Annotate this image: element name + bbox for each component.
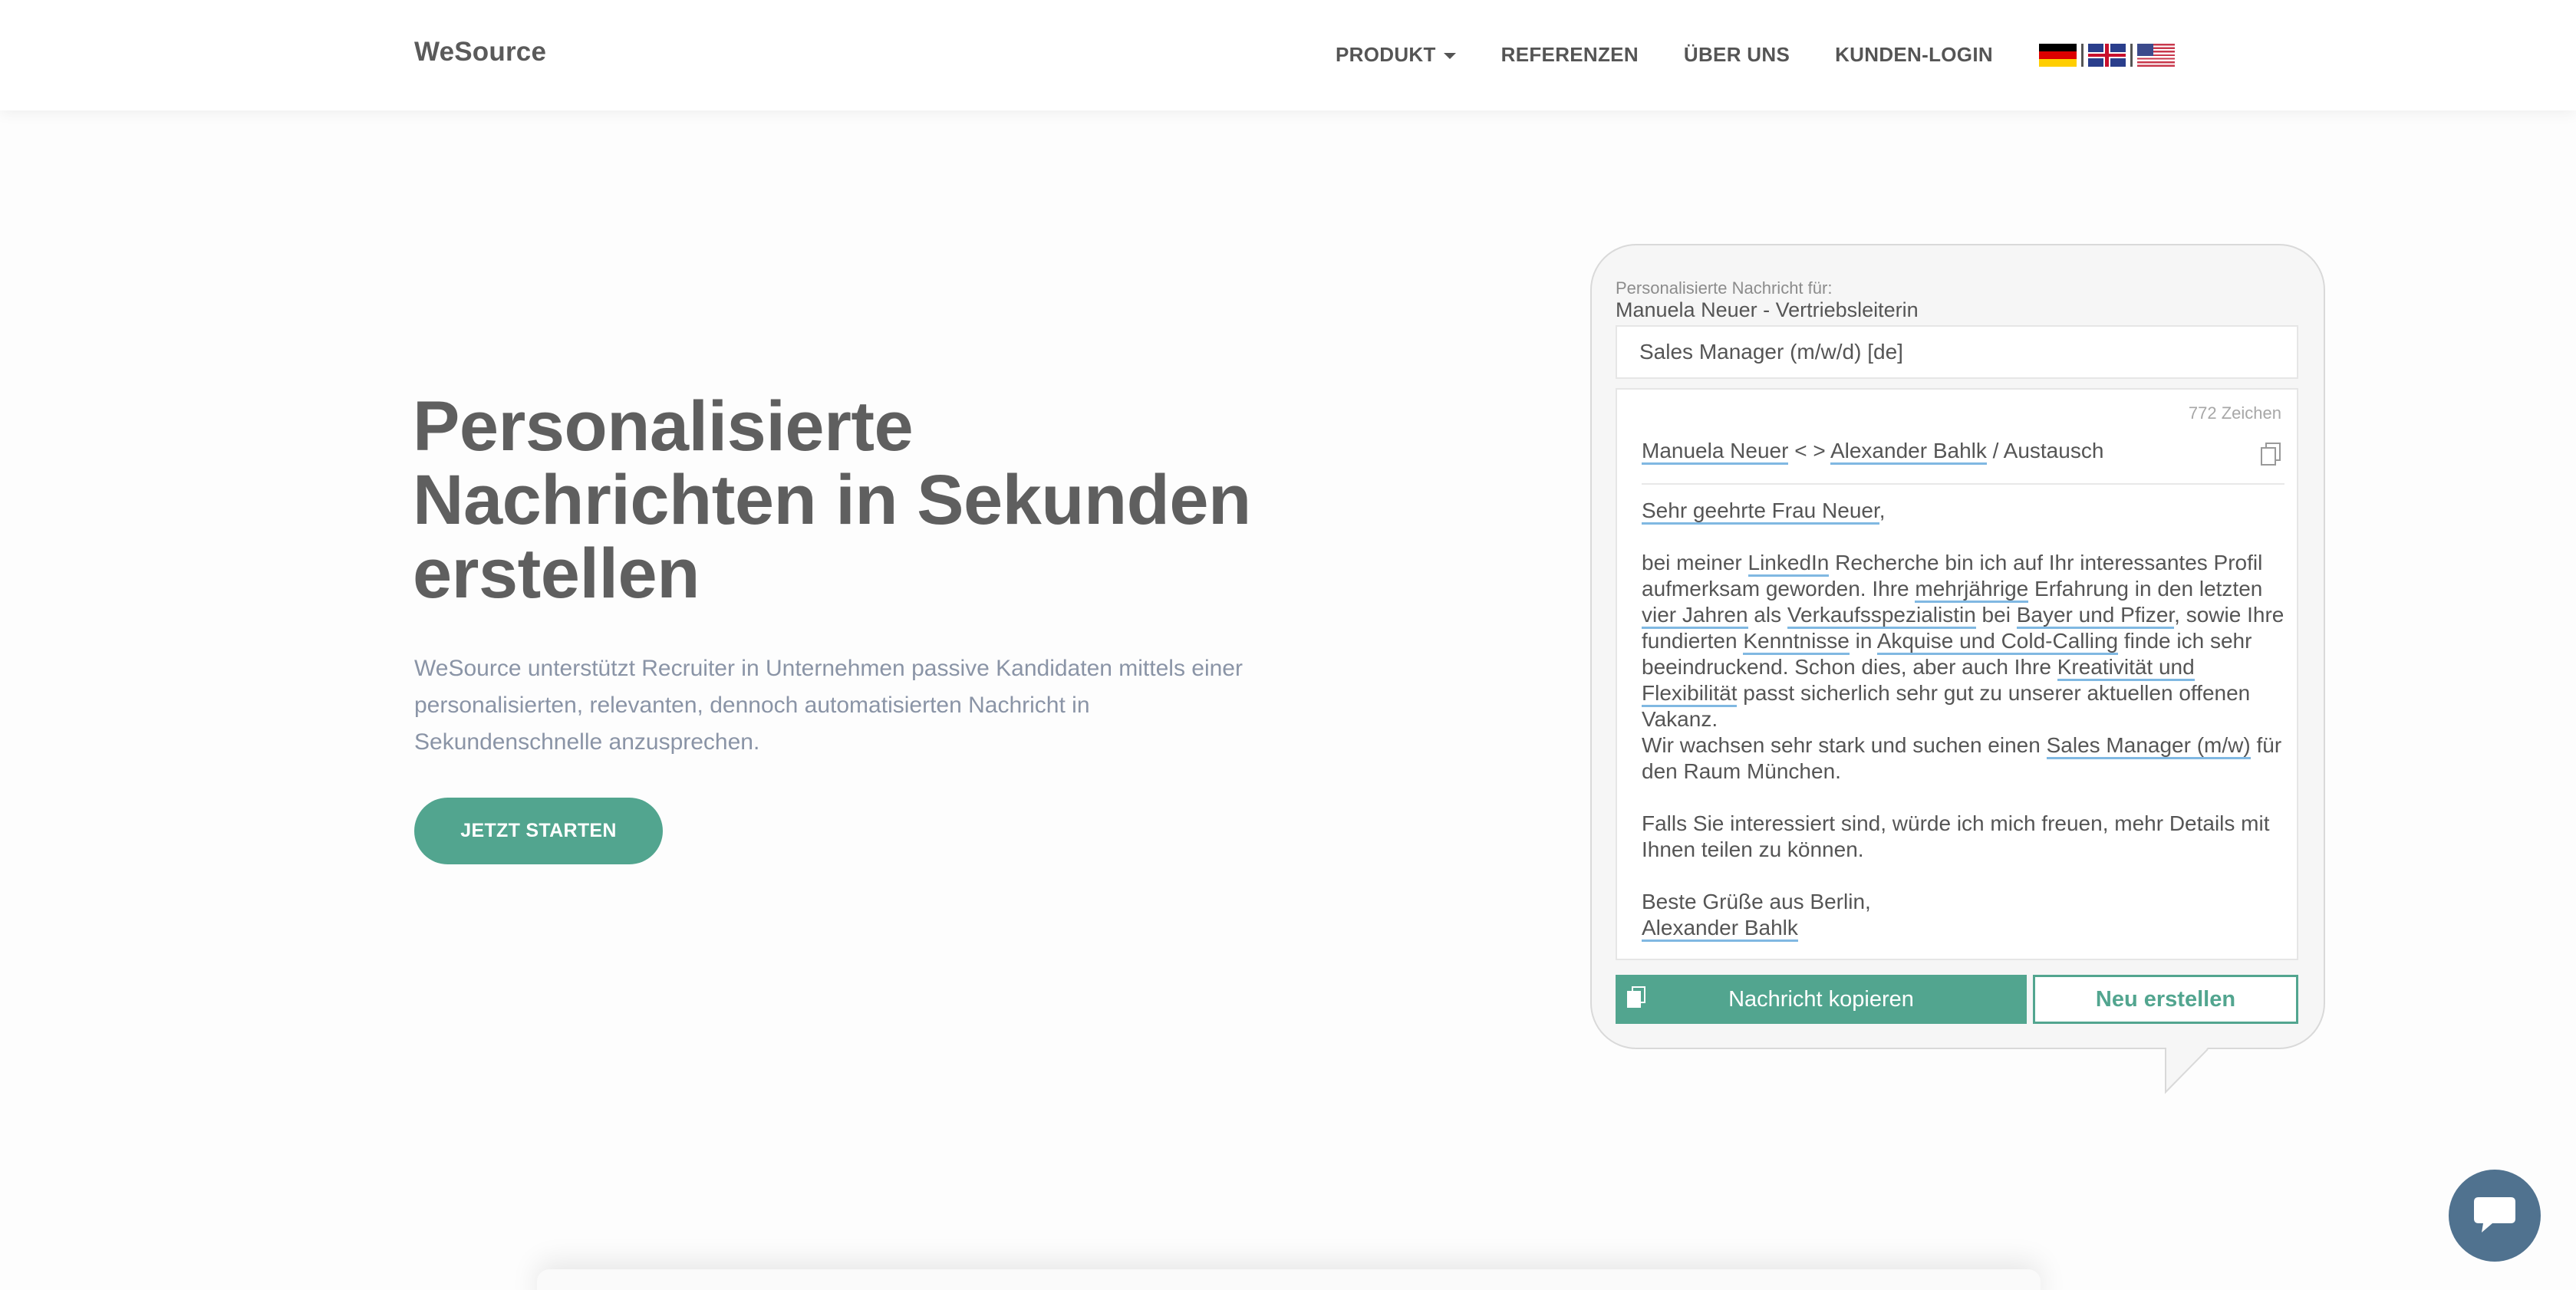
subject-recipient: Manuela Neuer	[1642, 439, 1789, 465]
start-now-button[interactable]: JETZT STARTEN	[414, 798, 663, 864]
create-new-button[interactable]: Neu erstellen	[2033, 975, 2298, 1024]
body-text: in	[1849, 629, 1877, 653]
placeholder-skills: Akquise und Cold-Calling	[1876, 629, 2119, 655]
nav-item-referenzen[interactable]: REFERENZEN	[1501, 43, 1639, 67]
placeholder-experience: mehrjährige	[1915, 577, 2029, 603]
message-subject: Manuela Neuer < > Alexander Bahlk / Aust…	[1642, 439, 2104, 465]
job-select[interactable]: Sales Manager (m/w/d) [de]	[1616, 325, 2298, 379]
brand-logo[interactable]: WeSource	[414, 37, 546, 67]
message-greeting: Sehr geehrte Frau Neuer,	[1642, 498, 2286, 525]
hero-title-line: Personalisierte	[413, 387, 914, 466]
german-flag-icon[interactable]	[2038, 43, 2077, 67]
flag-divider	[2130, 43, 2133, 67]
hero-subtitle: WeSource unterstützt Recruiter in Untern…	[414, 656, 1243, 755]
copy-icon	[1626, 986, 1646, 1010]
message-paragraph-3: Falls Sie interessiert sind, würde ich m…	[1642, 811, 2270, 861]
subject-sender: Alexander Bahlk	[1830, 439, 1987, 465]
body-text: bei	[1975, 603, 2017, 627]
message-paragraph-1: bei meiner LinkedIn Recherche bin ich au…	[1642, 550, 2286, 732]
placeholder-years: vier Jahren	[1642, 603, 1748, 629]
subject-divider	[1642, 483, 2284, 485]
copy-icon[interactable]	[2260, 442, 2281, 466]
subject-separator: < >	[1788, 439, 1830, 462]
hero-title-line: Nachrichten in Sekunden	[413, 461, 1251, 539]
message-signature: Alexander Bahlk	[1642, 915, 2286, 942]
nav-item-produkt[interactable]: PRODUKT	[1336, 43, 1456, 67]
chat-icon	[2471, 1193, 2518, 1239]
placeholder-knowledge: Kenntnisse	[1743, 629, 1850, 655]
placeholder-companies: Bayer und Pfizer	[2016, 603, 2175, 629]
caret-down-icon	[1443, 53, 1456, 59]
placeholder-linkedin: LinkedIn	[1748, 551, 1830, 577]
nav-item-ueber-uns[interactable]: ÜBER UNS	[1684, 43, 1790, 67]
hero-title-line: erstellen	[413, 535, 700, 613]
nav-item-produkt-label: PRODUKT	[1336, 43, 1436, 66]
us-flag-icon[interactable]	[2136, 43, 2175, 67]
signature-name: Alexander Bahlk	[1642, 916, 1798, 942]
placeholder-role: Verkaufsspezialistin	[1787, 603, 1976, 629]
navbar: WeSource PRODUKT REFERENZEN ÜBER UNS KUN…	[0, 0, 2576, 110]
message-box[interactable]: 772 Zeichen Manuela Neuer < > Alexander …	[1616, 388, 2298, 960]
language-switcher	[2038, 43, 2175, 67]
copy-message-label: Nachricht kopieren	[1728, 986, 1914, 1012]
greeting-punct: ,	[1879, 499, 1886, 522]
flag-divider	[2080, 43, 2084, 67]
body-text: als	[1748, 603, 1787, 627]
character-count: 772 Zeichen	[2188, 403, 2281, 423]
message-paragraph-2: Wir wachsen sehr stark und suchen einen …	[1642, 732, 2286, 785]
chat-button[interactable]	[2449, 1170, 2541, 1262]
body-text: Wir wachsen sehr stark und suchen einen	[1642, 733, 2047, 757]
main-nav: PRODUKT REFERENZEN ÜBER UNS KUNDEN-LOGIN	[1336, 43, 2175, 67]
recipient-name: Manuela Neuer - Vertriebsleiterin	[1616, 298, 1919, 321]
hero-title: Personalisierte Nachrichten in Sekunden …	[413, 390, 1333, 610]
personalized-message-label: Personalisierte Nachricht für:	[1616, 278, 1833, 298]
message-closing: Beste Grüße aus Berlin,	[1642, 890, 1871, 913]
copy-message-button[interactable]: Nachricht kopieren	[1616, 975, 2027, 1024]
next-section-card	[537, 1269, 2041, 1290]
greeting-text: Sehr geehrte Frau Neuer	[1642, 499, 1879, 525]
subject-tail: / Austausch	[1986, 439, 2104, 462]
body-text: Erfahrung in den letzten	[2028, 577, 2269, 601]
message-body: Sehr geehrte Frau Neuer, bei meiner Link…	[1642, 498, 2286, 942]
uk-flag-icon[interactable]	[2087, 43, 2126, 67]
nav-item-kunden-login[interactable]: KUNDEN-LOGIN	[1835, 43, 1993, 67]
placeholder-job: Sales Manager (m/w)	[2046, 733, 2251, 759]
body-text: bei meiner	[1642, 551, 1748, 574]
